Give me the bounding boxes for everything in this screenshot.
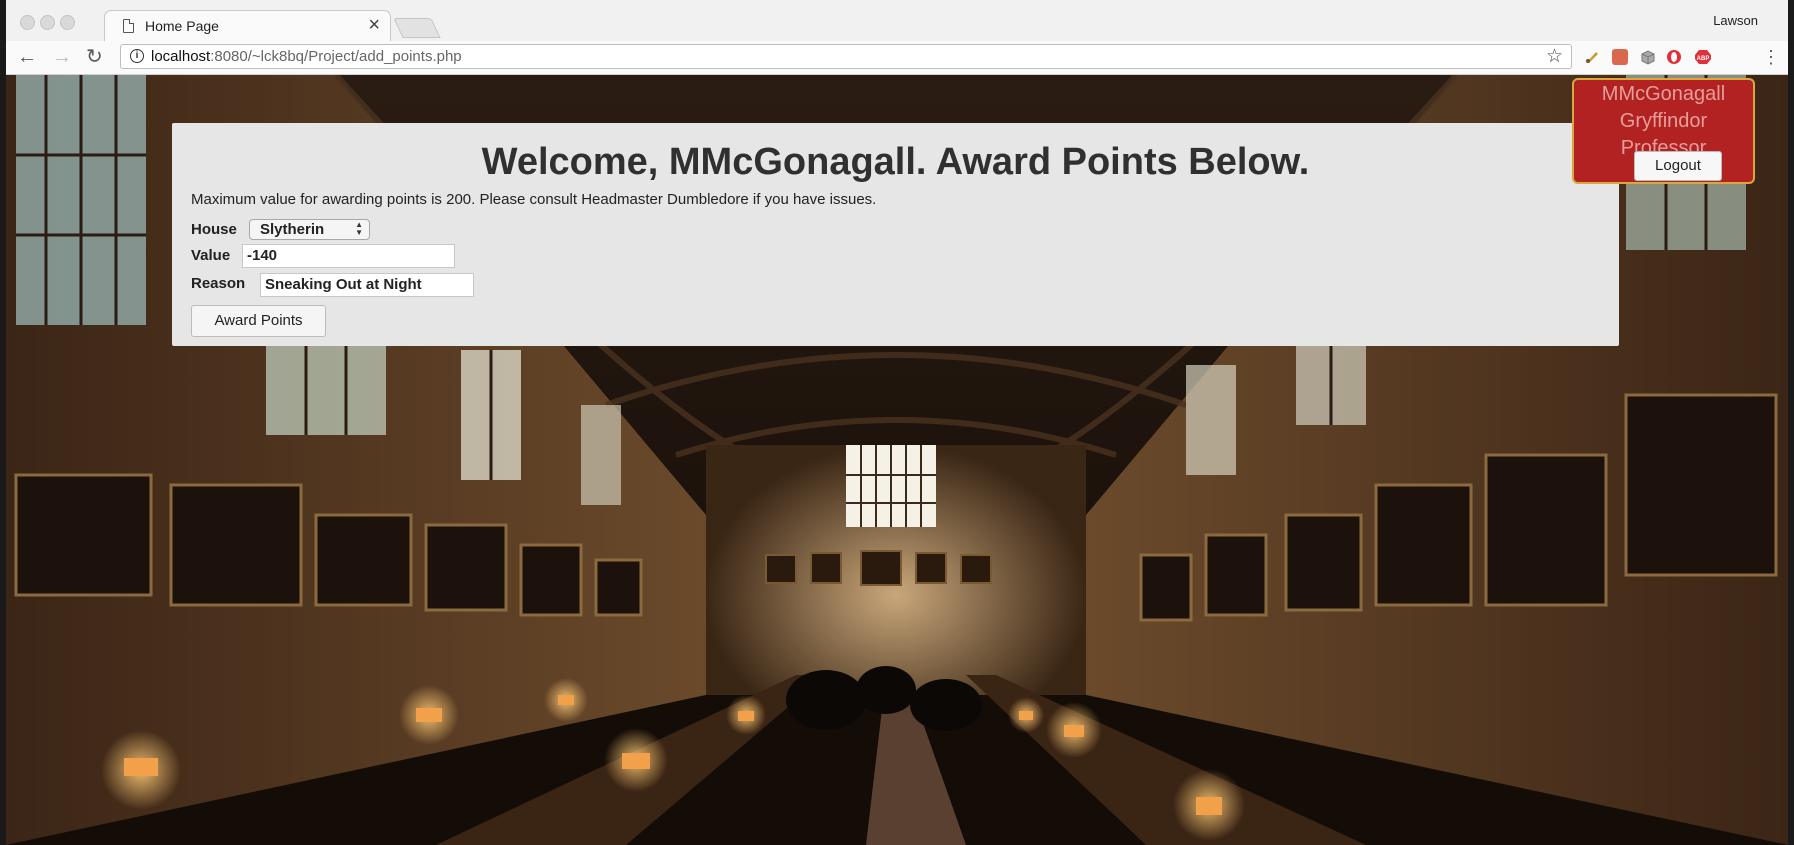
address-bar[interactable]: i localhost:8080/~lck8bq/Project/add_poi…: [120, 44, 1572, 69]
url-host: localhost: [151, 48, 211, 65]
max-value-notice: Maximum value for awarding points is 200…: [191, 191, 877, 208]
user-info-box: MMcGonagall Gryffindor Professor Logout: [1572, 78, 1755, 184]
value-input[interactable]: -140: [242, 244, 455, 268]
profile-name[interactable]: Lawson: [1713, 13, 1758, 28]
award-points-button[interactable]: Award Points: [191, 305, 326, 337]
tab-strip: Home Page × Lawson: [6, 0, 1788, 42]
browser-window: Home Page × Lawson ← → ↻ i localhost:808…: [6, 0, 1788, 845]
tab-title: Home Page: [145, 18, 219, 34]
opera-icon[interactable]: [1666, 49, 1682, 65]
back-arrow-icon[interactable]: ←: [17, 45, 37, 69]
page-viewport: Welcome, MMcGonagall. Award Points Below…: [6, 75, 1788, 845]
reason-input[interactable]: Sneaking Out at Night: [260, 273, 474, 297]
value-label: Value: [191, 247, 231, 264]
info-icon[interactable]: i: [130, 49, 144, 63]
svg-text:ABP: ABP: [1697, 56, 1710, 62]
tab-close-icon[interactable]: ×: [368, 14, 380, 36]
bookmark-star-icon[interactable]: ☆: [1546, 45, 1563, 68]
house-select[interactable]: Slytherin ▲ ▼: [249, 219, 370, 240]
box-icon[interactable]: [1640, 49, 1656, 65]
select-arrows-icon: ▲ ▼: [355, 220, 363, 237]
menu-icon[interactable]: ⋮: [1762, 45, 1780, 69]
tab-home-page[interactable]: Home Page ×: [104, 10, 391, 42]
minimize-window-icon[interactable]: [40, 15, 55, 30]
house-selected-value: Slytherin: [260, 221, 325, 238]
url-path: :8080/~lck8bq/Project/add_points.php: [210, 48, 462, 65]
user-name: MMcGonagall: [1601, 83, 1726, 105]
reload-icon[interactable]: ↻: [86, 45, 103, 69]
reason-label: Reason: [191, 275, 246, 292]
browser-toolbar: ← → ↻ i localhost:8080/~lck8bq/Project/a…: [6, 41, 1788, 75]
award-points-panel: Welcome, MMcGonagall. Award Points Below…: [172, 123, 1619, 346]
bookmark-icon[interactable]: [1612, 49, 1628, 65]
logout-button[interactable]: Logout: [1634, 151, 1722, 181]
adblock-icon[interactable]: ABP: [1694, 49, 1711, 65]
house-label: House: [191, 221, 237, 238]
page-title: Welcome, MMcGonagall. Award Points Below…: [481, 141, 1310, 183]
page-icon: [123, 19, 134, 33]
new-tab-button[interactable]: [393, 18, 441, 38]
forward-arrow-icon[interactable]: →: [52, 45, 72, 69]
user-house: Gryffindor: [1619, 110, 1708, 132]
paint-icon[interactable]: [1584, 49, 1600, 65]
close-window-icon[interactable]: [20, 15, 35, 30]
maximize-window-icon[interactable]: [60, 15, 75, 30]
url-text[interactable]: localhost:8080/~lck8bq/Project/add_point…: [151, 48, 462, 65]
